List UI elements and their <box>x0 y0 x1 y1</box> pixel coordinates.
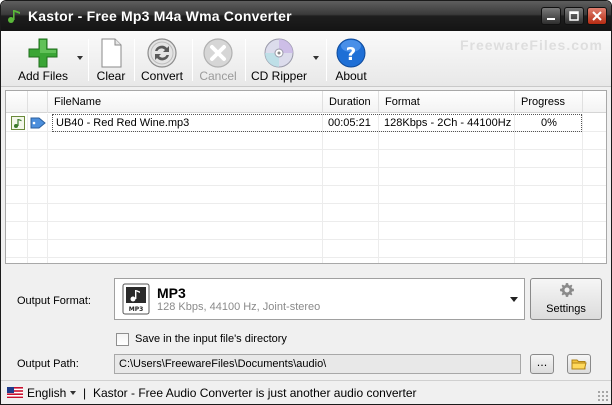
open-folder-button[interactable] <box>567 354 591 374</box>
convert-arrows-icon <box>147 38 177 68</box>
output-path-label: Output Path: <box>17 358 79 370</box>
cell-progress: 0% <box>541 117 557 129</box>
convert-button[interactable]: Convert <box>137 34 187 86</box>
app-window: Kastor - Free Mp3 M4a Wma Converter Free… <box>0 0 612 405</box>
add-files-label: Add Files <box>17 69 69 83</box>
format-description: 128 Kbps, 44100 Hz, Joint-stereo <box>157 301 321 313</box>
col-icon[interactable] <box>6 91 28 113</box>
tag-icon <box>30 117 46 129</box>
status-bar: English | Kastor - Free Audio Converter … <box>1 380 611 404</box>
gear-icon <box>560 283 574 297</box>
output-format-label: Output Format: <box>17 295 91 307</box>
folder-icon <box>571 359 587 370</box>
watermark-text: FreewareFiles.com <box>459 37 603 53</box>
title-bar[interactable]: Kastor - Free Mp3 M4a Wma Converter <box>1 1 611 31</box>
cell-duration: 00:05:21 <box>328 117 371 129</box>
column-header-progress[interactable]: Progress <box>515 91 583 113</box>
grid-line <box>582 114 583 263</box>
output-path-field[interactable]: C:\Users\FreewareFiles\Documents\audio\ <box>114 354 521 374</box>
cd-icon <box>264 38 294 68</box>
maximize-icon <box>569 11 579 21</box>
cd-ripper-button[interactable]: CD Ripper <box>249 34 309 86</box>
grid-line <box>514 114 515 263</box>
plus-icon <box>28 38 58 68</box>
cell-filename: UB40 - Red Red Wine.mp3 <box>56 117 190 129</box>
minimize-button[interactable] <box>541 7 561 25</box>
list-grid <box>6 114 606 263</box>
toolbar-separator <box>326 39 327 81</box>
window-title: Kastor - Free Mp3 M4a Wma Converter <box>28 8 292 24</box>
resize-grip[interactable] <box>597 390 609 402</box>
toolbar-separator <box>134 39 135 81</box>
svg-text:?: ? <box>346 44 356 65</box>
cancel-label: Cancel <box>199 69 237 83</box>
list-header: FileName Duration Format Progress <box>6 91 606 113</box>
cancel-x-icon <box>203 38 233 68</box>
file-list[interactable]: FileName Duration Format Progress UB40 - <box>5 90 607 264</box>
browse-button[interactable]: ... <box>530 354 554 374</box>
language-selector[interactable]: English <box>27 386 66 400</box>
document-icon <box>101 38 122 68</box>
close-button[interactable] <box>587 7 607 25</box>
save-in-input-dir-checkbox[interactable] <box>116 333 129 346</box>
app-music-icon[interactable] <box>6 8 22 24</box>
cd-ripper-dropdown[interactable] <box>311 34 321 86</box>
about-button[interactable]: ? About <box>329 34 373 86</box>
cancel-button[interactable]: Cancel <box>195 34 241 86</box>
status-separator: | <box>83 386 87 400</box>
add-files-dropdown[interactable] <box>75 34 85 86</box>
help-question-icon: ? <box>336 38 366 68</box>
grid-line <box>27 114 28 263</box>
chevron-down-icon <box>77 56 83 60</box>
save-in-input-dir-label: Save in the input file's directory <box>135 333 287 345</box>
grid-line <box>47 114 48 263</box>
add-files-button[interactable]: Add Files <box>11 34 75 86</box>
grid-line <box>378 114 379 263</box>
convert-label: Convert <box>140 69 184 83</box>
mp3-file-icon: MP3 <box>122 283 150 315</box>
maximize-button[interactable] <box>564 7 584 25</box>
minimize-icon <box>547 18 555 20</box>
grid-line <box>322 114 323 263</box>
chevron-down-icon <box>313 56 319 60</box>
table-row[interactable]: UB40 - Red Red Wine.mp3 00:05:21 128Kbps… <box>6 114 606 132</box>
col-tag[interactable] <box>28 91 48 113</box>
status-message: Kastor - Free Audio Converter is just an… <box>93 386 417 400</box>
clear-button[interactable]: Clear <box>92 34 130 86</box>
toolbar-separator <box>245 39 246 81</box>
close-icon <box>592 11 602 21</box>
music-note-icon <box>11 116 25 130</box>
cell-format: 128Kbps - 2Ch - 44100Hz <box>384 117 512 129</box>
cd-ripper-label: CD Ripper <box>250 69 307 83</box>
chevron-down-icon[interactable] <box>70 391 76 395</box>
format-name: MP3 <box>157 285 186 301</box>
format-icon-text: MP3 <box>129 306 144 313</box>
clear-label: Clear <box>96 69 126 83</box>
settings-label: Settings <box>546 303 586 315</box>
about-label: About <box>335 69 367 83</box>
output-panel: Output Format: MP3 MP3 128 Kbps, 44100 H… <box>1 265 611 379</box>
toolbar-separator <box>88 39 89 81</box>
chevron-down-icon <box>510 297 518 302</box>
column-header-duration[interactable]: Duration <box>323 91 379 113</box>
toolbar-separator <box>192 39 193 81</box>
column-header-filename[interactable]: FileName <box>48 91 323 113</box>
us-flag-icon[interactable] <box>7 387 23 398</box>
column-header-format[interactable]: Format <box>379 91 515 113</box>
output-format-select[interactable]: MP3 MP3 128 Kbps, 44100 Hz, Joint-stereo <box>114 278 525 320</box>
settings-button[interactable]: Settings <box>530 278 602 320</box>
toolbar: FreewareFiles.com Add Files Clear Conver… <box>1 31 611 87</box>
